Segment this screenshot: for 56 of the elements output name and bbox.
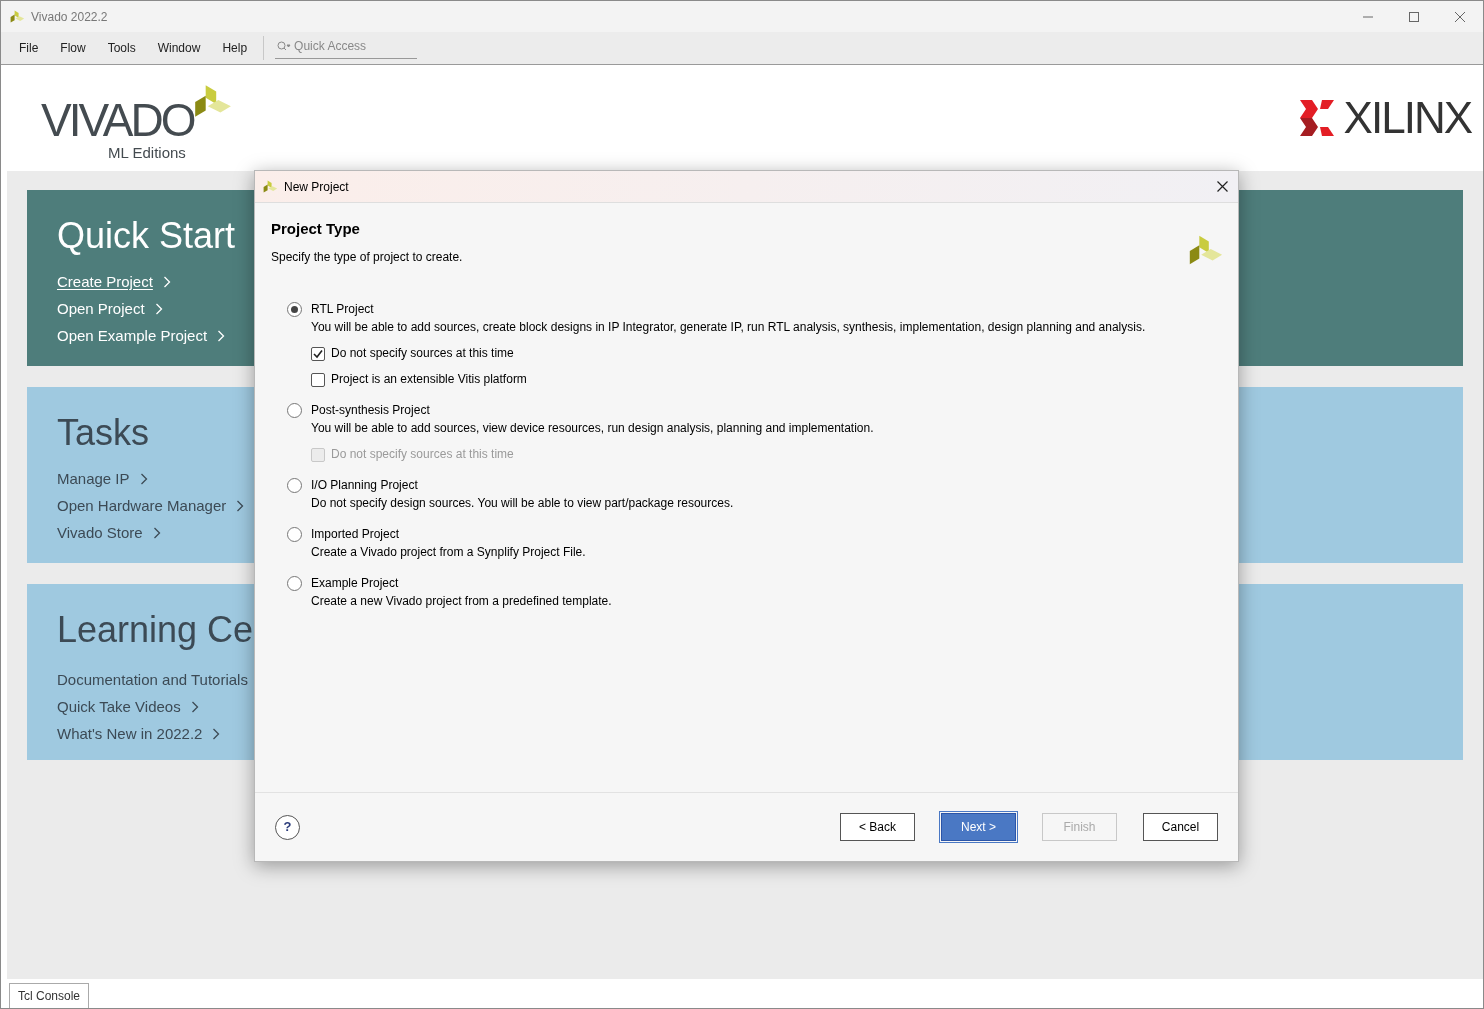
dialog-button[interactable]: Next > <box>941 813 1016 841</box>
panel-link[interactable]: Open Hardware Manager <box>57 496 227 516</box>
option-label[interactable]: Example Project <box>311 574 612 592</box>
menu-item[interactable]: Tools <box>99 39 144 57</box>
menu-item[interactable]: Flow <box>52 39 94 57</box>
radio-button[interactable] <box>287 403 302 418</box>
panel-link[interactable]: Quick Take Videos <box>57 697 181 717</box>
panel-title: Learning Ce <box>57 608 254 652</box>
option-label[interactable]: RTL Project <box>311 300 1146 318</box>
close-icon <box>1216 181 1228 192</box>
logo-wordmark: VIVADO <box>41 97 194 143</box>
option-label[interactable]: Imported Project <box>311 525 586 543</box>
option-label[interactable]: I/O Planning Project <box>311 476 734 494</box>
option-description: You will be able to add sources, create block designs in IP Integrator, generate IP, run RTL analysis, synthesis, implementation, design planning and analysis. <box>311 319 1146 336</box>
menu-item[interactable]: Window <box>149 39 209 57</box>
page-subtitle: Specify the type of project to create. <box>271 249 463 266</box>
dialog-logo-icon <box>262 178 278 195</box>
panel-link[interactable]: Open Project <box>57 299 145 319</box>
x-mark-icon <box>1299 100 1334 136</box>
search-icon <box>277 41 292 51</box>
radio-button[interactable] <box>287 302 302 317</box>
panel-link[interactable]: Open Example Project <box>57 326 208 346</box>
menu-item[interactable]: File <box>11 39 47 57</box>
panel-link[interactable]: Create Project <box>57 272 153 292</box>
option-description: Create a Vivado project from a Synplify Project File. <box>311 544 586 561</box>
checkbox[interactable] <box>311 346 325 361</box>
panel-link[interactable]: Documentation and Tutorials <box>57 670 248 690</box>
xilinx-wordmark: XILINX <box>1343 96 1471 140</box>
radio-button[interactable] <box>287 478 302 493</box>
panel-title: Tasks <box>57 411 150 455</box>
console-tab[interactable]: Tcl Console <box>9 983 90 1008</box>
dialog-button[interactable]: Cancel <box>1143 813 1218 841</box>
option-description: Create a new Vivado project from a predefined template. <box>311 593 612 610</box>
panel-link[interactable]: Manage IP <box>57 469 130 489</box>
panel-title: Quick Start <box>57 214 236 258</box>
page-heading: Project Type <box>271 220 361 238</box>
close-icon <box>1455 11 1465 22</box>
checkbox-label[interactable]: Project is an extensible Vitis platform <box>331 371 527 388</box>
quick-access-field[interactable]: Quick Access <box>294 37 415 55</box>
dialog-title: New Project <box>284 178 349 196</box>
menu-item[interactable]: Help <box>214 39 256 57</box>
radio-button[interactable] <box>287 576 302 591</box>
help-button[interactable]: ? <box>275 814 300 840</box>
option-description: Do not specify design sources. You will be able to view part/package resources. <box>311 495 734 512</box>
app-logo-icon <box>9 8 25 25</box>
radio-button[interactable] <box>287 527 302 542</box>
maximize-icon <box>1409 11 1419 22</box>
checkbox-label[interactable]: Do not specify sources at this time <box>331 345 514 362</box>
window-title: Vivado 2022.2 <box>31 8 108 26</box>
panel-link[interactable]: Vivado Store <box>57 523 143 543</box>
dialog-button[interactable]: < Back <box>840 813 915 841</box>
logo-edition: ML Editions <box>108 145 186 161</box>
panel-link[interactable]: What's New in 2022.2 <box>57 724 203 744</box>
option-description: You will be able to add sources, view device resources, run design analysis, planning and implementation. <box>311 420 874 437</box>
checkbox[interactable] <box>311 372 325 387</box>
option-label[interactable]: Post-synthesis Project <box>311 401 874 419</box>
